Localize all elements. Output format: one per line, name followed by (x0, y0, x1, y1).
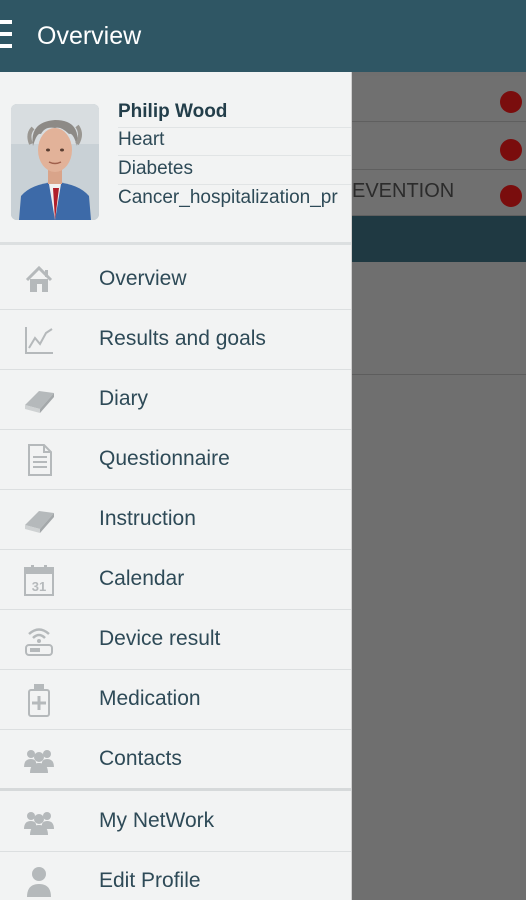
list-item[interactable]: EVENTION (352, 170, 526, 216)
menu-item-label: Contacts (99, 747, 182, 770)
list-item-label: EVENTION (352, 180, 455, 202)
menu-item-overview[interactable]: Overview (0, 250, 351, 310)
hamburger-menu-icon[interactable] (0, 20, 14, 52)
wireless-device-icon (25, 628, 53, 656)
status-dot (500, 91, 522, 113)
menu-item-label: Diary (99, 387, 149, 410)
user-photo (11, 104, 99, 220)
menu-item-my-network[interactable]: My NetWork (0, 792, 351, 852)
group-icon (24, 750, 54, 773)
menu-item-label: Medication (99, 687, 201, 710)
menu-item-label: Overview (99, 267, 187, 290)
status-dot (500, 139, 522, 161)
menu-item-instruction[interactable]: Instruction (0, 490, 351, 550)
section-header (352, 216, 526, 262)
profile-condition: Heart (118, 126, 351, 156)
home-icon (25, 265, 53, 292)
profile-header[interactable]: Philip Wood Heart Diabetes Cancer_hospit… (0, 72, 351, 244)
page-title: Overview (37, 22, 142, 50)
group-icon (24, 812, 54, 835)
line-chart-icon (25, 327, 53, 354)
menu-item-label: Edit Profile (99, 869, 201, 892)
menu-item-label: Instruction (99, 507, 196, 530)
book-icon (25, 391, 54, 413)
divider (0, 788, 351, 791)
menu-item-label: Device result (99, 627, 221, 650)
profile-condition: Cancer_hospitalization_pr (118, 187, 338, 208)
menu-item-results-and-goals[interactable]: Results and goals (0, 310, 351, 370)
book-icon (25, 511, 54, 533)
profile-condition: Diabetes (118, 155, 351, 185)
person-icon (27, 867, 51, 897)
menu-item-questionnaire[interactable]: Questionnaire (0, 430, 351, 490)
menu-item-label: Calendar (99, 567, 185, 590)
svg-text:31: 31 (32, 579, 46, 594)
menu-item-edit-profile[interactable]: Edit Profile (0, 852, 351, 900)
list-item[interactable] (352, 124, 526, 170)
menu-item-label: Results and goals (99, 327, 266, 350)
menu-item-contacts[interactable]: Contacts (0, 730, 351, 790)
menu-item-device-result[interactable]: Device result (0, 610, 351, 670)
document-icon (28, 444, 52, 476)
menu-item-medication[interactable]: Medication (0, 670, 351, 730)
menu-item-calendar[interactable]: 31 Calendar (0, 550, 351, 610)
profile-name: Philip Wood (118, 98, 351, 128)
divider (352, 374, 526, 375)
medication-bottle-icon (28, 684, 50, 717)
status-dot (500, 185, 522, 207)
navigation-drawer: Philip Wood Heart Diabetes Cancer_hospit… (0, 72, 352, 900)
menu-item-diary[interactable]: Diary (0, 370, 351, 430)
avatar (11, 104, 99, 220)
divider (0, 242, 351, 245)
list-item[interactable] (352, 76, 526, 122)
calendar-icon: 31 (24, 565, 54, 596)
menu-item-label: My NetWork (99, 809, 215, 832)
app-bar: Overview (0, 0, 526, 72)
menu-item-label: Questionnaire (99, 447, 230, 470)
